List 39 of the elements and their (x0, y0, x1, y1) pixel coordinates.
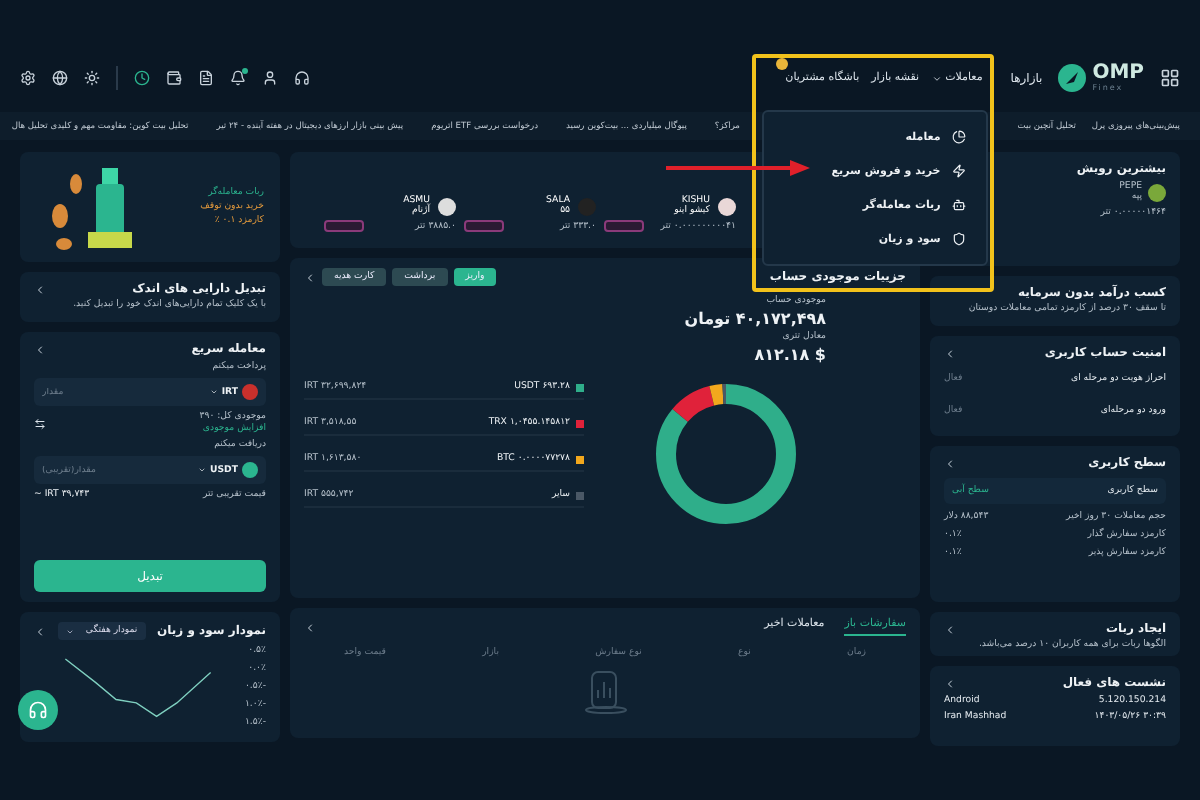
sun-icon[interactable] (84, 70, 100, 86)
change-badge (604, 220, 644, 232)
settings-icon[interactable] (20, 70, 36, 86)
wallet-icon[interactable] (166, 70, 182, 86)
chevron-icon[interactable] (944, 677, 956, 689)
document-icon[interactable] (198, 70, 214, 86)
clock-icon[interactable] (134, 70, 150, 86)
globe-icon[interactable] (52, 70, 68, 86)
chevron-icon[interactable] (304, 271, 316, 283)
shield-icon (952, 232, 967, 246)
chevron-icon[interactable] (34, 283, 46, 295)
chevron-icon[interactable] (34, 343, 46, 355)
balance-value: ۴۰,۱۷۲,۴۹۸ تومان (682, 310, 826, 328)
change-badge (324, 220, 364, 232)
logo-name: OMP (1092, 64, 1144, 84)
coin-icon (438, 197, 456, 215)
chevron-icon[interactable] (34, 625, 47, 637)
coin-icon (718, 197, 736, 215)
coin-icon (1148, 183, 1166, 201)
headset-icon[interactable] (294, 70, 310, 86)
bell-icon[interactable] (230, 70, 246, 86)
pointer-arrow (666, 160, 810, 176)
chart-icon (952, 130, 967, 144)
usdt-value: $ ۸۱۲.۱۸ (752, 346, 826, 364)
empty-list-icon (581, 670, 629, 714)
chevron-icon[interactable] (304, 621, 316, 633)
change-badge (464, 220, 504, 232)
chevron-icon[interactable] (944, 347, 956, 359)
headset-icon (28, 700, 48, 720)
user-icon[interactable] (262, 70, 278, 86)
lightning-icon (952, 164, 967, 178)
chevron-icon[interactable] (944, 623, 956, 635)
coin-icon (775, 58, 788, 70)
swap-icon[interactable] (34, 417, 46, 429)
caret-icon (931, 73, 942, 83)
chevron-icon[interactable] (944, 457, 956, 469)
logo-icon (1058, 64, 1087, 92)
robot-icon (952, 198, 967, 212)
grid-menu-icon[interactable] (1160, 68, 1180, 88)
